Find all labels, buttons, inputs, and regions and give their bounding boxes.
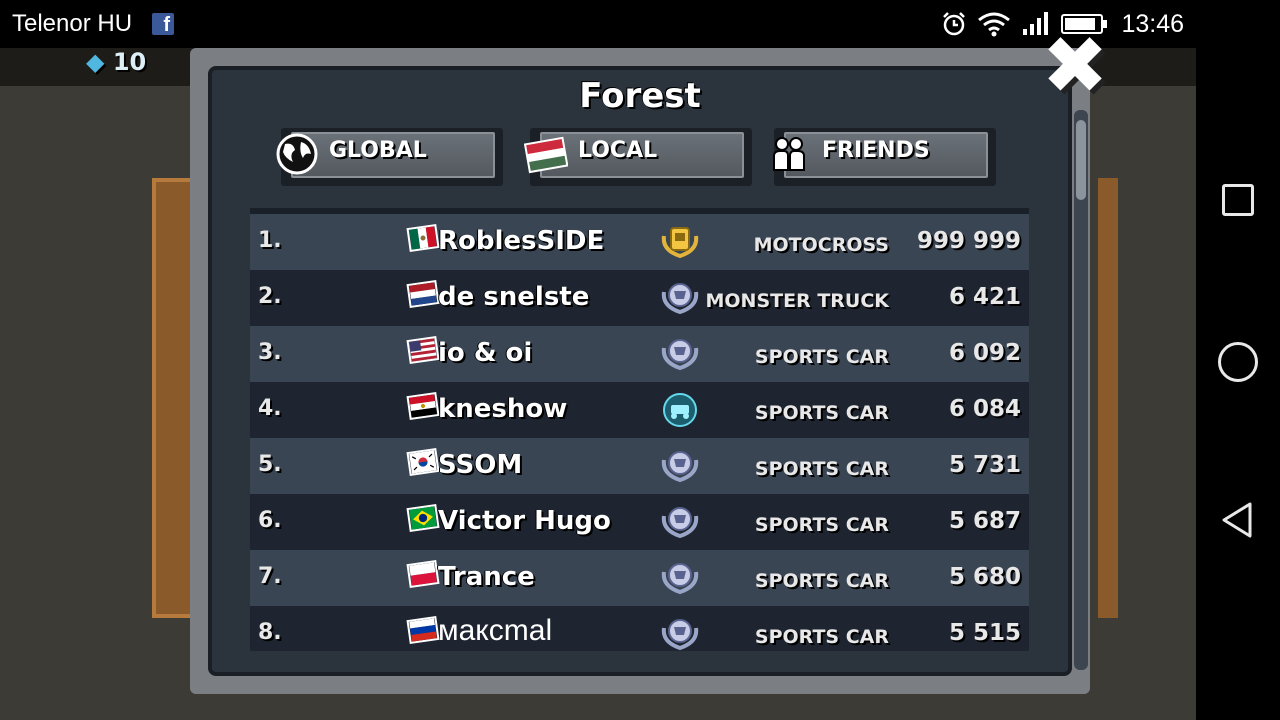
score: 5 731 bbox=[948, 452, 1021, 478]
leaderboard-row[interactable]: 5. SSOM SPORTS CAR 5 731 bbox=[250, 438, 1029, 494]
score: 5 515 bbox=[948, 620, 1021, 646]
clock: 13:46 bbox=[1121, 9, 1184, 38]
egypt-flag-icon bbox=[406, 392, 440, 420]
wifi-icon bbox=[978, 12, 1011, 37]
russia-flag-icon bbox=[406, 616, 440, 644]
player-name: io & oi bbox=[438, 338, 533, 368]
diamond-car-badge-icon bbox=[663, 393, 697, 427]
tab-global[interactable]: GLOBAL bbox=[276, 128, 503, 186]
vehicle-name: MOTOCROSS bbox=[753, 234, 889, 256]
silver-trophy-badge-icon bbox=[661, 563, 699, 595]
rank: 3. bbox=[258, 340, 282, 365]
score: 6 092 bbox=[948, 340, 1021, 366]
score: 5 687 bbox=[948, 508, 1021, 534]
silver-trophy-badge-icon bbox=[661, 283, 699, 315]
vehicle-name: SPORTS CAR bbox=[754, 346, 889, 368]
score: 999 999 bbox=[916, 228, 1021, 254]
rank: 6. bbox=[258, 508, 282, 533]
leaderboard-row[interactable]: 2. de snelste MONSTER TRUCK 6 421 bbox=[250, 270, 1029, 326]
scrollbar-thumb[interactable] bbox=[1076, 120, 1086, 200]
background-card-right bbox=[1098, 178, 1118, 618]
netherlands-flag-icon bbox=[406, 280, 440, 308]
player-name: SSOM bbox=[438, 450, 523, 480]
vehicle-name: SPORTS CAR bbox=[754, 458, 889, 480]
vehicle-name: SPORTS CAR bbox=[754, 402, 889, 424]
rank: 1. bbox=[258, 228, 282, 253]
carrier-name: Telenor HU bbox=[12, 10, 133, 37]
gem-count: 10 bbox=[112, 48, 147, 76]
close-button[interactable]: ✖ bbox=[1034, 26, 1116, 110]
rank: 4. bbox=[258, 396, 282, 421]
south-korea-flag-icon bbox=[406, 448, 440, 476]
navigation-bar bbox=[1196, 48, 1280, 720]
close-icon: ✖ bbox=[1041, 19, 1109, 112]
rank: 7. bbox=[258, 564, 282, 589]
leaderboard-list[interactable]: 1. RoblesSIDE MOTOCROSS 999 999 2. de sn… bbox=[250, 208, 1029, 651]
silver-trophy-badge-icon bbox=[661, 619, 699, 651]
player-name: Trance bbox=[438, 562, 535, 592]
usa-flag-icon bbox=[406, 336, 440, 364]
leaderboard-row[interactable]: 7. Trance SPORTS CAR 5 680 bbox=[250, 550, 1029, 606]
rank: 2. bbox=[258, 284, 282, 309]
rank: 8. bbox=[258, 620, 282, 645]
globe-icon bbox=[276, 133, 318, 175]
leaderboard-row[interactable]: 6. Victor Hugo SPORTS CAR 5 687 bbox=[250, 494, 1029, 550]
tab-friends[interactable]: FRIENDS bbox=[773, 128, 996, 186]
recent-apps-button[interactable] bbox=[1222, 184, 1254, 216]
rank: 5. bbox=[258, 452, 282, 477]
hungary-flag-icon bbox=[524, 136, 568, 174]
player-name: Victor Hugo bbox=[438, 506, 611, 536]
tab-friends-label: FRIENDS bbox=[822, 138, 930, 163]
tab-global-label: GLOBAL bbox=[329, 138, 427, 163]
vehicle-name: SPORTS CAR bbox=[754, 514, 889, 536]
vehicle-name: SPORTS CAR bbox=[754, 570, 889, 592]
vehicle-name: MONSTER TRUCK bbox=[705, 290, 889, 312]
mexico-flag-icon bbox=[406, 224, 440, 252]
gold-trophy-badge-icon bbox=[661, 227, 699, 259]
home-button[interactable] bbox=[1218, 342, 1258, 382]
silver-trophy-badge-icon bbox=[661, 339, 699, 371]
silver-trophy-badge-icon bbox=[661, 451, 699, 483]
alarm-icon bbox=[943, 12, 966, 36]
player-name: de snelste bbox=[438, 282, 590, 312]
leaderboard-row[interactable]: 1. RoblesSIDE MOTOCROSS 999 999 bbox=[250, 214, 1029, 270]
tab-local[interactable]: LOCAL bbox=[524, 128, 752, 186]
score: 6 421 bbox=[948, 284, 1021, 310]
facebook-notification-icon: f bbox=[152, 13, 174, 35]
silver-trophy-badge-icon bbox=[661, 507, 699, 539]
leaderboard-row[interactable]: 3. io & oi SPORTS CAR 6 092 bbox=[250, 326, 1029, 382]
back-button[interactable] bbox=[1218, 500, 1258, 540]
score: 6 084 bbox=[948, 396, 1021, 422]
brazil-flag-icon bbox=[406, 504, 440, 532]
score: 5 680 bbox=[948, 564, 1021, 590]
player-name: максmal bbox=[438, 614, 553, 647]
gem-counter: ◆ 10 bbox=[86, 48, 146, 76]
gem-icon: ◆ bbox=[86, 48, 105, 76]
friends-icon bbox=[773, 137, 805, 171]
leaderboard-row[interactable]: 8. максmal SPORTS CAR 5 515 bbox=[250, 606, 1029, 651]
leaderboard-row[interactable]: 4. kneshow SPORTS CAR 6 084 bbox=[250, 382, 1029, 438]
vehicle-name: SPORTS CAR bbox=[754, 626, 889, 648]
player-name: kneshow bbox=[438, 394, 568, 424]
poland-flag-icon bbox=[406, 560, 440, 588]
player-name: RoblesSIDE bbox=[438, 226, 605, 256]
leaderboard-title: Forest bbox=[579, 76, 701, 116]
tab-local-label: LOCAL bbox=[578, 138, 658, 163]
